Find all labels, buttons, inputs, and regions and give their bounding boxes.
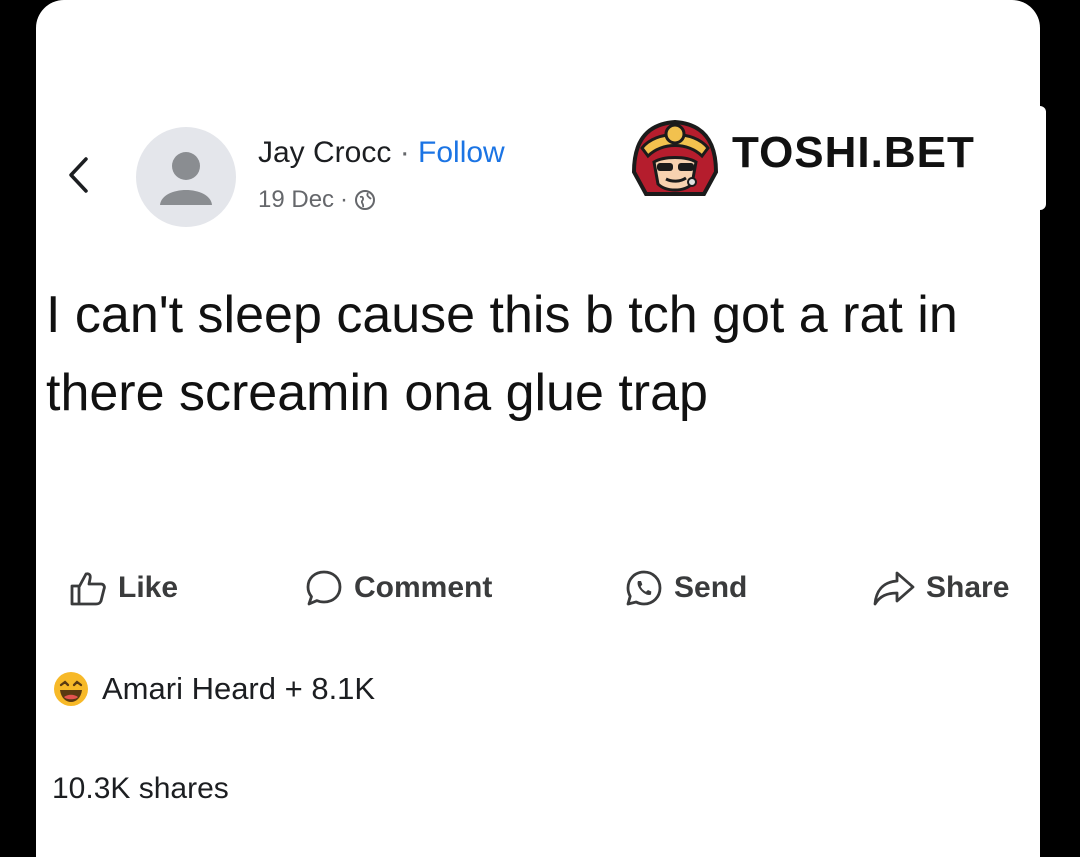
post-meta: 19 Dec · bbox=[258, 186, 376, 214]
share-label: Share bbox=[926, 571, 1010, 604]
screenshot-frame: Jay Crocc · Follow 19 Dec · TOSHI.BET I … bbox=[0, 0, 1080, 857]
default-avatar-icon bbox=[160, 152, 212, 205]
author-name[interactable]: Jay Crocc bbox=[258, 136, 391, 169]
haha-emoji-icon bbox=[54, 672, 88, 706]
share-button[interactable]: Share bbox=[872, 562, 1009, 614]
post-text: I can't sleep cause this b tch got a rat… bbox=[46, 286, 958, 422]
toshi-bet-logo bbox=[631, 119, 719, 196]
chevron-left-icon bbox=[69, 157, 88, 193]
whatsapp-icon bbox=[626, 570, 662, 606]
shares-count[interactable]: 10.3K shares bbox=[52, 772, 229, 806]
back-button[interactable] bbox=[60, 150, 96, 200]
thumbs-up-icon bbox=[70, 572, 106, 606]
globe-icon bbox=[355, 190, 376, 210]
like-button[interactable]: Like bbox=[68, 562, 178, 614]
name-separator: · bbox=[391, 136, 419, 169]
share-arrow-icon bbox=[873, 571, 915, 606]
author-row: Jay Crocc · Follow bbox=[258, 136, 505, 170]
reactions-summary[interactable]: Amari Heard + 8.1K bbox=[52, 670, 375, 708]
watermark-brand: TOSHI.BET bbox=[732, 128, 975, 177]
avatar[interactable] bbox=[136, 127, 236, 227]
comment-bubble-icon bbox=[306, 570, 342, 606]
comment-label: Comment bbox=[354, 571, 493, 604]
reactions-text: Amari Heard + 8.1K bbox=[102, 671, 376, 706]
send-label: Send bbox=[674, 571, 748, 604]
follow-button[interactable]: Follow bbox=[418, 136, 505, 169]
comment-button[interactable]: Comment bbox=[304, 562, 492, 614]
send-button[interactable]: Send bbox=[624, 562, 747, 614]
meta-separator: · bbox=[340, 186, 349, 213]
action-bar: Like Comment Send Share bbox=[68, 562, 1032, 614]
post-date[interactable]: 19 Dec bbox=[258, 186, 334, 214]
like-label: Like bbox=[118, 571, 179, 604]
